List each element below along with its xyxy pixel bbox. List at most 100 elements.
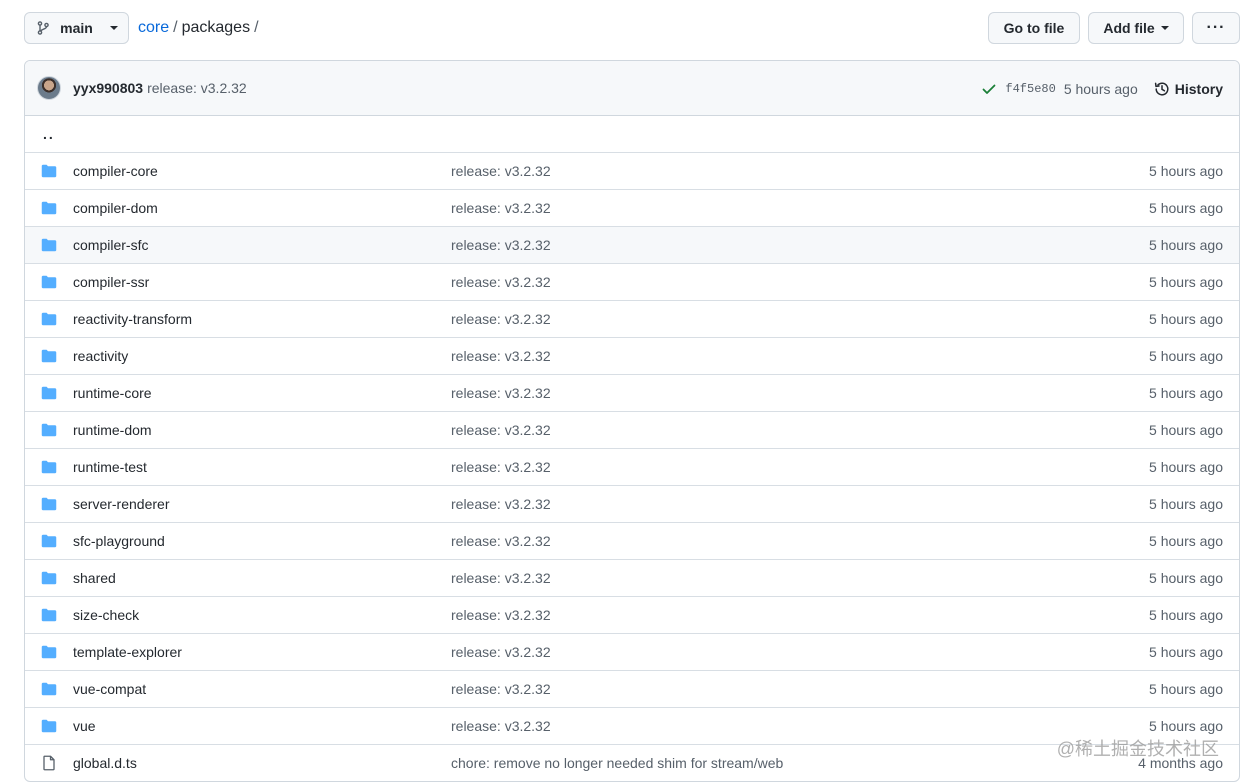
file-row[interactable]: reactivity release: v3.2.32 5 hours ago — [25, 337, 1239, 374]
file-commit-message-link[interactable]: release: v3.2.32 — [451, 607, 551, 623]
folder-icon — [41, 608, 57, 622]
file-row[interactable]: runtime-test release: v3.2.32 5 hours ag… — [25, 448, 1239, 485]
file-commit-time: 5 hours ago — [1149, 570, 1223, 586]
file-commit-message-link[interactable]: chore: remove no longer needed shim for … — [451, 755, 783, 771]
file-name-link[interactable]: vue — [73, 718, 96, 734]
file-name-link[interactable]: global.d.ts — [73, 755, 137, 771]
branch-name: main — [60, 20, 93, 36]
file-commit-message-link[interactable]: release: v3.2.32 — [451, 459, 551, 475]
file-row[interactable]: size-check release: v3.2.32 5 hours ago — [25, 596, 1239, 633]
file-commit-message-link[interactable]: release: v3.2.32 — [451, 718, 551, 734]
file-commit-time: 5 hours ago — [1149, 533, 1223, 549]
file-row[interactable]: vue-compat release: v3.2.32 5 hours ago — [25, 670, 1239, 707]
folder-icon — [41, 201, 57, 215]
file-commit-time: 5 hours ago — [1149, 607, 1223, 623]
folder-icon — [41, 164, 57, 178]
commit-meta: f4f5e80 5 hours ago History — [981, 61, 1223, 116]
file-row[interactable]: sfc-playground release: v3.2.32 5 hours … — [25, 522, 1239, 559]
file-row[interactable]: compiler-core release: v3.2.32 5 hours a… — [25, 152, 1239, 189]
file-commit-message-link[interactable]: release: v3.2.32 — [451, 644, 551, 660]
file-row[interactable]: runtime-core release: v3.2.32 5 hours ag… — [25, 374, 1239, 411]
file-row[interactable]: shared release: v3.2.32 5 hours ago — [25, 559, 1239, 596]
latest-commit-bar: yyx990803 release: v3.2.32 f4f5e80 5 hou… — [25, 61, 1239, 116]
folder-icon — [41, 497, 57, 511]
file-commit-message-link[interactable]: release: v3.2.32 — [451, 274, 551, 290]
repo-actions: Go to file Add file ··· — [988, 12, 1240, 44]
file-name-link[interactable]: runtime-test — [73, 459, 147, 475]
folder-icon — [41, 349, 57, 363]
file-row[interactable]: template-explorer release: v3.2.32 5 hou… — [25, 633, 1239, 670]
commit-author-link[interactable]: yyx990803 — [73, 80, 143, 96]
file-list: compiler-core release: v3.2.32 5 hours a… — [25, 152, 1239, 781]
file-browser: yyx990803 release: v3.2.32 f4f5e80 5 hou… — [24, 60, 1240, 782]
check-icon[interactable] — [981, 81, 997, 97]
file-name-link[interactable]: compiler-ssr — [73, 274, 149, 290]
file-name-link[interactable]: runtime-core — [73, 385, 152, 401]
breadcrumb-repo-link[interactable]: core — [138, 19, 169, 37]
file-row[interactable]: reactivity-transform release: v3.2.32 5 … — [25, 300, 1239, 337]
file-row[interactable]: compiler-ssr release: v3.2.32 5 hours ag… — [25, 263, 1239, 300]
file-row[interactable]: compiler-sfc release: v3.2.32 5 hours ag… — [25, 226, 1239, 263]
folder-icon — [41, 645, 57, 659]
file-name-link[interactable]: compiler-dom — [73, 200, 158, 216]
commit-message-link[interactable]: release: v3.2.32 — [147, 80, 247, 96]
breadcrumb-separator: / — [173, 19, 178, 36]
file-commit-message-link[interactable]: release: v3.2.32 — [451, 163, 551, 179]
file-name-link[interactable]: template-explorer — [73, 644, 182, 660]
file-name-link[interactable]: runtime-dom — [73, 422, 152, 438]
file-commit-time: 5 hours ago — [1149, 459, 1223, 475]
file-commit-time: 5 hours ago — [1149, 237, 1223, 253]
file-commit-message-link[interactable]: release: v3.2.32 — [451, 311, 551, 327]
folder-icon — [41, 386, 57, 400]
more-options-button[interactable]: ··· — [1192, 12, 1240, 44]
history-link[interactable]: History — [1154, 81, 1223, 97]
file-name-link[interactable]: server-renderer — [73, 496, 169, 512]
file-name-link[interactable]: size-check — [73, 607, 139, 623]
folder-icon — [41, 460, 57, 474]
file-row[interactable]: runtime-dom release: v3.2.32 5 hours ago — [25, 411, 1239, 448]
file-commit-time: 5 hours ago — [1149, 681, 1223, 697]
file-commit-time: 5 hours ago — [1149, 385, 1223, 401]
file-commit-time: 5 hours ago — [1149, 644, 1223, 660]
folder-icon — [41, 423, 57, 437]
file-commit-time: 5 hours ago — [1149, 274, 1223, 290]
file-commit-message-link[interactable]: release: v3.2.32 — [451, 681, 551, 697]
file-commit-message-link[interactable]: release: v3.2.32 — [451, 422, 551, 438]
folder-icon — [41, 571, 57, 585]
folder-icon — [41, 312, 57, 326]
commit-sha-link[interactable]: f4f5e80 — [1005, 82, 1055, 96]
add-file-button[interactable]: Add file — [1088, 12, 1184, 44]
file-commit-message-link[interactable]: release: v3.2.32 — [451, 496, 551, 512]
repo-toolbar: main core / packages / Go to file Add fi… — [24, 12, 1240, 44]
file-commit-message-link[interactable]: release: v3.2.32 — [451, 570, 551, 586]
file-commit-message-link[interactable]: release: v3.2.32 — [451, 385, 551, 401]
file-commit-message-link[interactable]: release: v3.2.32 — [451, 200, 551, 216]
avatar[interactable] — [37, 76, 61, 100]
folder-icon — [41, 534, 57, 548]
chevron-down-icon — [1160, 26, 1169, 30]
file-row[interactable]: server-renderer release: v3.2.32 5 hours… — [25, 485, 1239, 522]
file-name-link[interactable]: compiler-core — [73, 163, 158, 179]
file-name-link[interactable]: reactivity-transform — [73, 311, 192, 327]
file-commit-message-link[interactable]: release: v3.2.32 — [451, 533, 551, 549]
file-name-link[interactable]: shared — [73, 570, 116, 586]
file-name-link[interactable]: sfc-playground — [73, 533, 165, 549]
file-commit-time: 5 hours ago — [1149, 496, 1223, 512]
folder-icon — [41, 719, 57, 733]
parent-directory-row[interactable]: .. — [25, 116, 1239, 152]
watermark: @稀土掘金技术社区 — [1056, 739, 1219, 759]
file-commit-message-link[interactable]: release: v3.2.32 — [451, 237, 551, 253]
file-icon — [43, 755, 55, 771]
chevron-down-icon — [110, 26, 118, 30]
file-commit-message-link[interactable]: release: v3.2.32 — [451, 348, 551, 364]
file-name-link[interactable]: vue-compat — [73, 681, 146, 697]
file-commit-time: 5 hours ago — [1149, 311, 1223, 327]
file-row[interactable]: compiler-dom release: v3.2.32 5 hours ag… — [25, 189, 1239, 226]
parent-directory-link[interactable]: .. — [41, 126, 55, 142]
go-to-file-button[interactable]: Go to file — [988, 12, 1080, 44]
breadcrumb: core / packages / — [138, 19, 263, 37]
file-name-link[interactable]: reactivity — [73, 348, 128, 364]
file-name-link[interactable]: compiler-sfc — [73, 237, 148, 253]
history-icon — [1154, 81, 1169, 95]
branch-select-button[interactable]: main — [24, 12, 129, 44]
